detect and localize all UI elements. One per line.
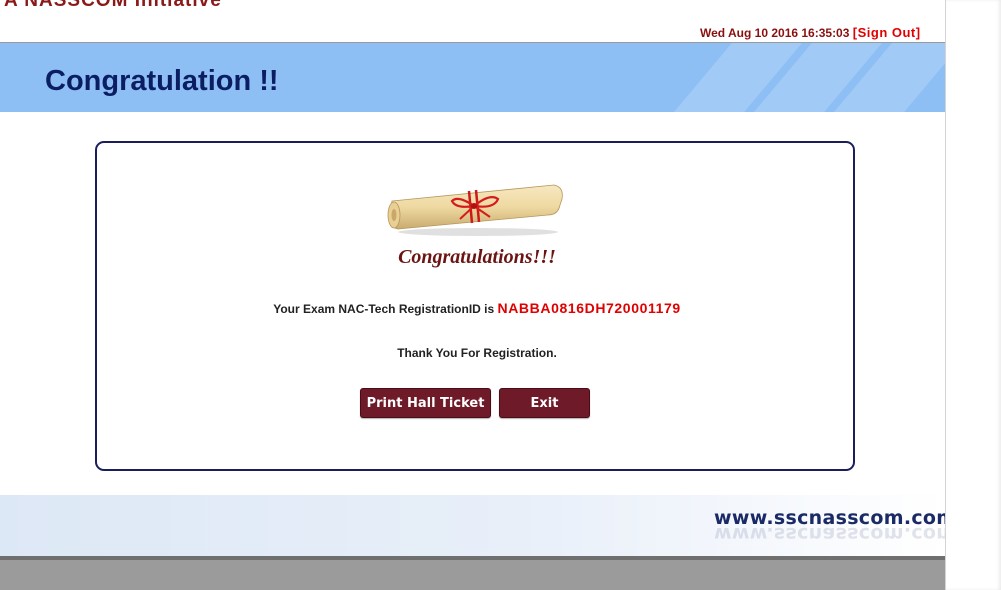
nasscom-logo-text: A NASSCOM Initiative xyxy=(4,0,222,11)
session-bar: Wed Aug 10 2016 16:35:03 [Sign Out] xyxy=(700,25,921,40)
thank-you-message: Thank You For Registration. xyxy=(397,346,557,360)
registration-line: Your Exam NAC-Tech RegistrationID is NAB… xyxy=(97,300,857,316)
footer: www.sscnasscom.com www.sscnasscom.com xyxy=(0,495,956,556)
window-right-edge xyxy=(945,0,1001,590)
bottom-bar xyxy=(0,556,945,590)
page-title: Congratulation !! xyxy=(45,65,279,97)
diploma-scroll-icon xyxy=(387,184,563,236)
congratulations-heading: Congratulations!!! xyxy=(398,246,556,268)
exit-button[interactable]: Exit xyxy=(499,388,590,418)
session-datetime: Wed Aug 10 2016 16:35:03 xyxy=(700,26,850,40)
website-url-reflection: www.sscnasscom.com xyxy=(714,523,957,545)
registration-label: Your Exam NAC-Tech RegistrationID is xyxy=(273,302,495,316)
page: A NASSCOM Initiative Wed Aug 10 2016 16:… xyxy=(0,0,956,590)
registration-id: NABBA0816DH720001179 xyxy=(497,300,681,316)
sign-out-link[interactable]: [Sign Out] xyxy=(853,25,921,40)
title-banner: Congratulation !! xyxy=(0,43,945,112)
confirmation-card: Congratulations!!! Your Exam NAC-Tech Re… xyxy=(95,141,855,471)
print-hall-ticket-button[interactable]: Print Hall Ticket xyxy=(360,388,491,418)
